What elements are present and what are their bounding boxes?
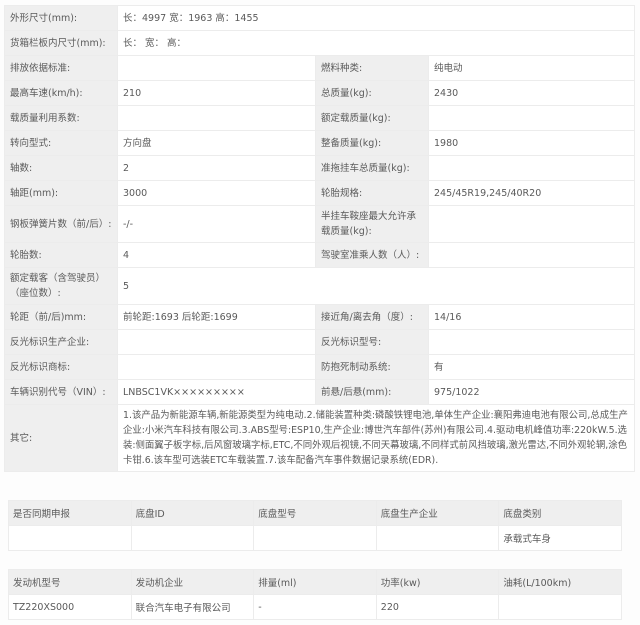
other-label: 其它:: [4, 404, 118, 472]
engine-cell: TZ220XS000: [8, 594, 132, 620]
steering-label: 转向型式:: [4, 130, 118, 156]
dimensions-value: 长：4997 宽：1963 高：1455: [116, 5, 636, 31]
chassis-header: 底盘ID: [130, 500, 255, 526]
chassis-cell: [8, 525, 132, 551]
tyre-spec-value: 245/45R19,245/40R20: [427, 180, 636, 206]
saddle-load-value: [427, 205, 636, 243]
cargo-dims-label: 货箱栏板内尺寸(mm):: [4, 30, 118, 56]
abs-label: 防抱死制动系统:: [315, 354, 429, 380]
reflector-brand-label: 反光标识商标:: [4, 354, 118, 380]
spec-row: 反光标识商标: 防抱死制动系统: 有: [4, 354, 636, 380]
steering-value: 方向盘: [117, 130, 316, 156]
chassis-header: 底盘型号: [253, 500, 377, 526]
engine-header: 油耗(L/100km): [498, 569, 622, 595]
load-util-label: 载质量利用系数:: [4, 105, 118, 131]
trailer-mass-label: 准拖挂车总质量(kg):: [315, 155, 429, 181]
engine-header: 排量(ml): [253, 569, 377, 595]
spec-row: 反光标识生产企业: 反光标识型号:: [4, 329, 636, 355]
engine-cell: 联合汽车电子有限公司: [130, 594, 255, 620]
tyres-label: 轮胎数:: [4, 242, 118, 268]
load-util-value: [117, 105, 316, 131]
rated-load-value: [427, 105, 636, 131]
engine-cell: -: [253, 594, 377, 620]
chassis-table: 是否同期申报 底盘ID 底盘型号 底盘生产企业 底盘类别 承载式车身: [8, 500, 622, 551]
max-speed-label: 最高车速(km/h):: [4, 80, 118, 106]
total-mass-value: 2430: [427, 80, 636, 106]
engine-table: 发动机型号 发动机企业 排量(ml) 功率(kw) 油耗(L/100km) TZ…: [8, 569, 622, 620]
fuel-type-value: 纯电动: [427, 55, 636, 81]
table-row: 承载式车身: [8, 525, 622, 551]
leaf-springs-value: -/-: [117, 205, 316, 243]
engine-header: 发动机企业: [130, 569, 255, 595]
axles-label: 轴数:: [4, 155, 118, 181]
table-row: TZ220XS000 联合汽车电子有限公司 - 220: [8, 594, 622, 620]
reflector-maker-value: [117, 329, 316, 355]
abs-value: 有: [427, 354, 636, 380]
engine-cell: 220: [375, 594, 500, 620]
track-value: 前轮距:1693 后轮距:1699: [117, 304, 316, 330]
leaf-springs-label: 钢板弹簧片数（前/后）:: [4, 205, 118, 243]
spec-row: 轴数: 2 准拖挂车总质量(kg):: [4, 155, 636, 181]
total-mass-label: 总质量(kg):: [315, 80, 429, 106]
spec-row: 车辆识别代号（VIN）: LNBSC1VK××××××××× 前悬/后悬(mm)…: [4, 379, 636, 405]
approach-angle-value: 14/16: [427, 304, 636, 330]
chassis-cell: [375, 525, 500, 551]
engine-cell: [498, 594, 622, 620]
overhang-value: 975/1022: [427, 379, 636, 405]
spec-row: 排放依据标准: 燃料种类: 纯电动: [4, 55, 636, 81]
spec-row: 轮胎数: 4 驾驶室准乘人数（人）:: [4, 242, 636, 268]
spec-row: 其它: 1.该产品为新能源车辆,新能源类型为纯电动.2.储能装置种类:磷酸铁锂电…: [4, 404, 636, 472]
tyre-spec-label: 轮胎规格:: [315, 180, 429, 206]
engine-header: 发动机型号: [8, 569, 132, 595]
seats-label: 额定载客（含驾驶员）（座位数）:: [4, 267, 118, 305]
curb-mass-value: 1980: [427, 130, 636, 156]
vin-label: 车辆识别代号（VIN）:: [4, 379, 118, 405]
vin-value: LNBSC1VK×××××××××: [117, 379, 316, 405]
engine-header: 功率(kw): [375, 569, 500, 595]
reflector-maker-label: 反光标识生产企业:: [4, 329, 118, 355]
trailer-mass-value: [427, 155, 636, 181]
chassis-header: 底盘生产企业: [375, 500, 500, 526]
wheelbase-value: 3000: [117, 180, 316, 206]
max-speed-value: 210: [117, 80, 316, 106]
approach-angle-label: 接近角/离去角（度）:: [315, 304, 429, 330]
spec-row: 额定载客（含驾驶员）（座位数）: 5: [4, 267, 636, 305]
curb-mass-label: 整备质量(kg):: [315, 130, 429, 156]
spec-row: 最高车速(km/h): 210 总质量(kg): 2430: [4, 80, 636, 106]
reflector-brand-value: [117, 354, 316, 380]
dimensions-label: 外形尺寸(mm):: [4, 5, 118, 31]
fuel-type-label: 燃料种类:: [315, 55, 429, 81]
spec-row: 外形尺寸(mm): 长：4997 宽：1963 高：1455: [4, 5, 636, 31]
chassis-cell: 承载式车身: [498, 525, 622, 551]
chassis-cell: [253, 525, 377, 551]
chassis-cell: [130, 525, 255, 551]
spec-row: 货箱栏板内尺寸(mm): 长： 宽： 高：: [4, 30, 636, 56]
overhang-label: 前悬/后悬(mm):: [315, 379, 429, 405]
saddle-load-label: 半挂车鞍座最大允许承载质量(kg):: [315, 205, 429, 243]
tyres-value: 4: [117, 242, 316, 268]
chassis-header: 是否同期申报: [8, 500, 132, 526]
reflector-model-value: [427, 329, 636, 355]
chassis-header-row: 是否同期申报 底盘ID 底盘型号 底盘生产企业 底盘类别: [8, 500, 622, 526]
spec-row: 钢板弹簧片数（前/后）: -/- 半挂车鞍座最大允许承载质量(kg):: [4, 205, 636, 243]
track-label: 轮距（前/后)mm:: [4, 304, 118, 330]
wheelbase-label: 轴距(mm):: [4, 180, 118, 206]
engine-header-row: 发动机型号 发动机企业 排量(ml) 功率(kw) 油耗(L/100km): [8, 569, 622, 595]
axles-value: 2: [117, 155, 316, 181]
spec-row: 载质量利用系数: 额定载质量(kg):: [4, 105, 636, 131]
cab-passengers-label: 驾驶室准乘人数（人）:: [315, 242, 429, 268]
vehicle-spec-table: 外形尺寸(mm): 长：4997 宽：1963 高：1455 货箱栏板内尺寸(m…: [4, 5, 636, 472]
cargo-dims-value: 长： 宽： 高：: [116, 30, 636, 56]
seats-value: 5: [116, 267, 636, 305]
spec-row: 轴距(mm): 3000 轮胎规格: 245/45R19,245/40R20: [4, 180, 636, 206]
rated-load-label: 额定载质量(kg):: [315, 105, 429, 131]
emission-std-label: 排放依据标准:: [4, 55, 118, 81]
emission-std-value: [117, 55, 316, 81]
spec-row: 转向型式: 方向盘 整备质量(kg): 1980: [4, 130, 636, 156]
cab-passengers-value: [427, 242, 636, 268]
other-value: 1.该产品为新能源车辆,新能源类型为纯电动.2.储能装置种类:磷酸铁锂电池,单体…: [116, 404, 636, 472]
spec-row: 轮距（前/后)mm: 前轮距:1693 后轮距:1699 接近角/离去角（度）:…: [4, 304, 636, 330]
chassis-header: 底盘类别: [498, 500, 622, 526]
reflector-model-label: 反光标识型号:: [315, 329, 429, 355]
